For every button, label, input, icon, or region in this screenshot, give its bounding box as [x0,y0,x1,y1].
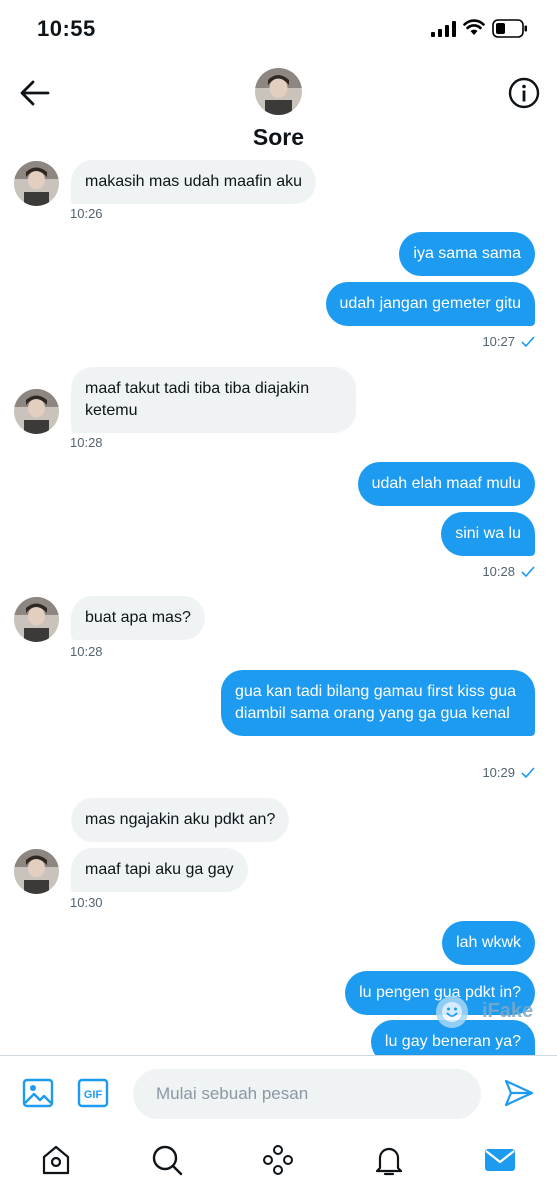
timestamp-text: 10:27 [482,334,515,349]
contact-avatar[interactable] [14,389,59,434]
message-bubble-sent[interactable]: gua kan tadi bilang gamau first kiss gua… [221,670,535,736]
message-bubble-received[interactable]: buat apa mas? [71,596,205,640]
svg-text:GIF: GIF [84,1089,103,1101]
gif-icon: GIF [77,1078,109,1108]
contact-avatar[interactable] [14,161,59,206]
message-bubble-sent[interactable]: lah wkwk [442,921,535,965]
message-timestamp: 10:26 [70,206,103,221]
sent-check-icon [521,336,535,347]
signal-icon [431,21,456,37]
contact-name: Sore [252,124,305,150]
contact-avatar[interactable] [14,849,59,894]
message-bubble-sent[interactable]: sini wa lu [441,512,535,556]
message-bubble-sent[interactable]: udah jangan gemeter gitu [325,282,535,326]
message-list[interactable]: makasih mas udah maafin aku 10:26 iya sa… [0,156,557,1056]
message-timestamp: 10:28 [70,644,103,659]
watermark-text: iFake [482,1000,534,1022]
search-icon[interactable] [150,1143,184,1177]
wifi-icon [463,19,485,35]
contact-avatar[interactable] [14,597,59,642]
status-bar: 10:55 [0,0,557,60]
message-timestamp: 10:29 [482,765,535,780]
message-composer: GIF [0,1055,557,1131]
message-bubble-sent[interactable]: udah elah maaf mulu [357,462,535,506]
message-bubble-received[interactable]: maaf tapi aku ga gay [71,848,248,892]
message-bubble-sent[interactable]: iya sama sama [399,232,535,276]
home-icon[interactable] [39,1143,73,1177]
gif-button[interactable]: GIF [77,1078,109,1108]
sent-check-icon [521,566,535,577]
watermark-logo-icon [436,996,468,1028]
status-time: 10:55 [37,16,96,41]
timestamp-text: 10:29 [482,765,515,780]
info-icon[interactable] [507,76,541,110]
send-icon[interactable] [503,1078,535,1108]
messages-icon[interactable] [483,1143,517,1177]
message-input[interactable] [133,1069,481,1119]
message-timestamp: 10:28 [70,435,103,450]
image-icon[interactable] [22,1078,54,1108]
message-bubble-received[interactable]: maaf takut tadi tiba tiba diajakin ketem… [71,367,356,433]
header-avatar[interactable] [255,68,302,115]
message-bubble-received[interactable]: mas ngajakin aku pdkt an? [71,798,290,842]
back-arrow-icon[interactable] [18,78,52,108]
message-bubble-received[interactable]: makasih mas udah maafin aku [71,160,316,204]
message-timestamp: 10:27 [482,334,535,349]
spaces-icon[interactable] [261,1143,295,1177]
battery-icon [492,19,527,38]
ifake-watermark: iFake [436,994,536,1028]
notifications-icon[interactable] [372,1143,406,1177]
sent-check-icon [521,767,535,778]
conversation-header: Sore [0,60,557,156]
message-timestamp: 10:28 [482,564,535,579]
timestamp-text: 10:28 [482,564,515,579]
bottom-tab-bar [0,1131,557,1199]
message-timestamp: 10:30 [70,895,103,910]
